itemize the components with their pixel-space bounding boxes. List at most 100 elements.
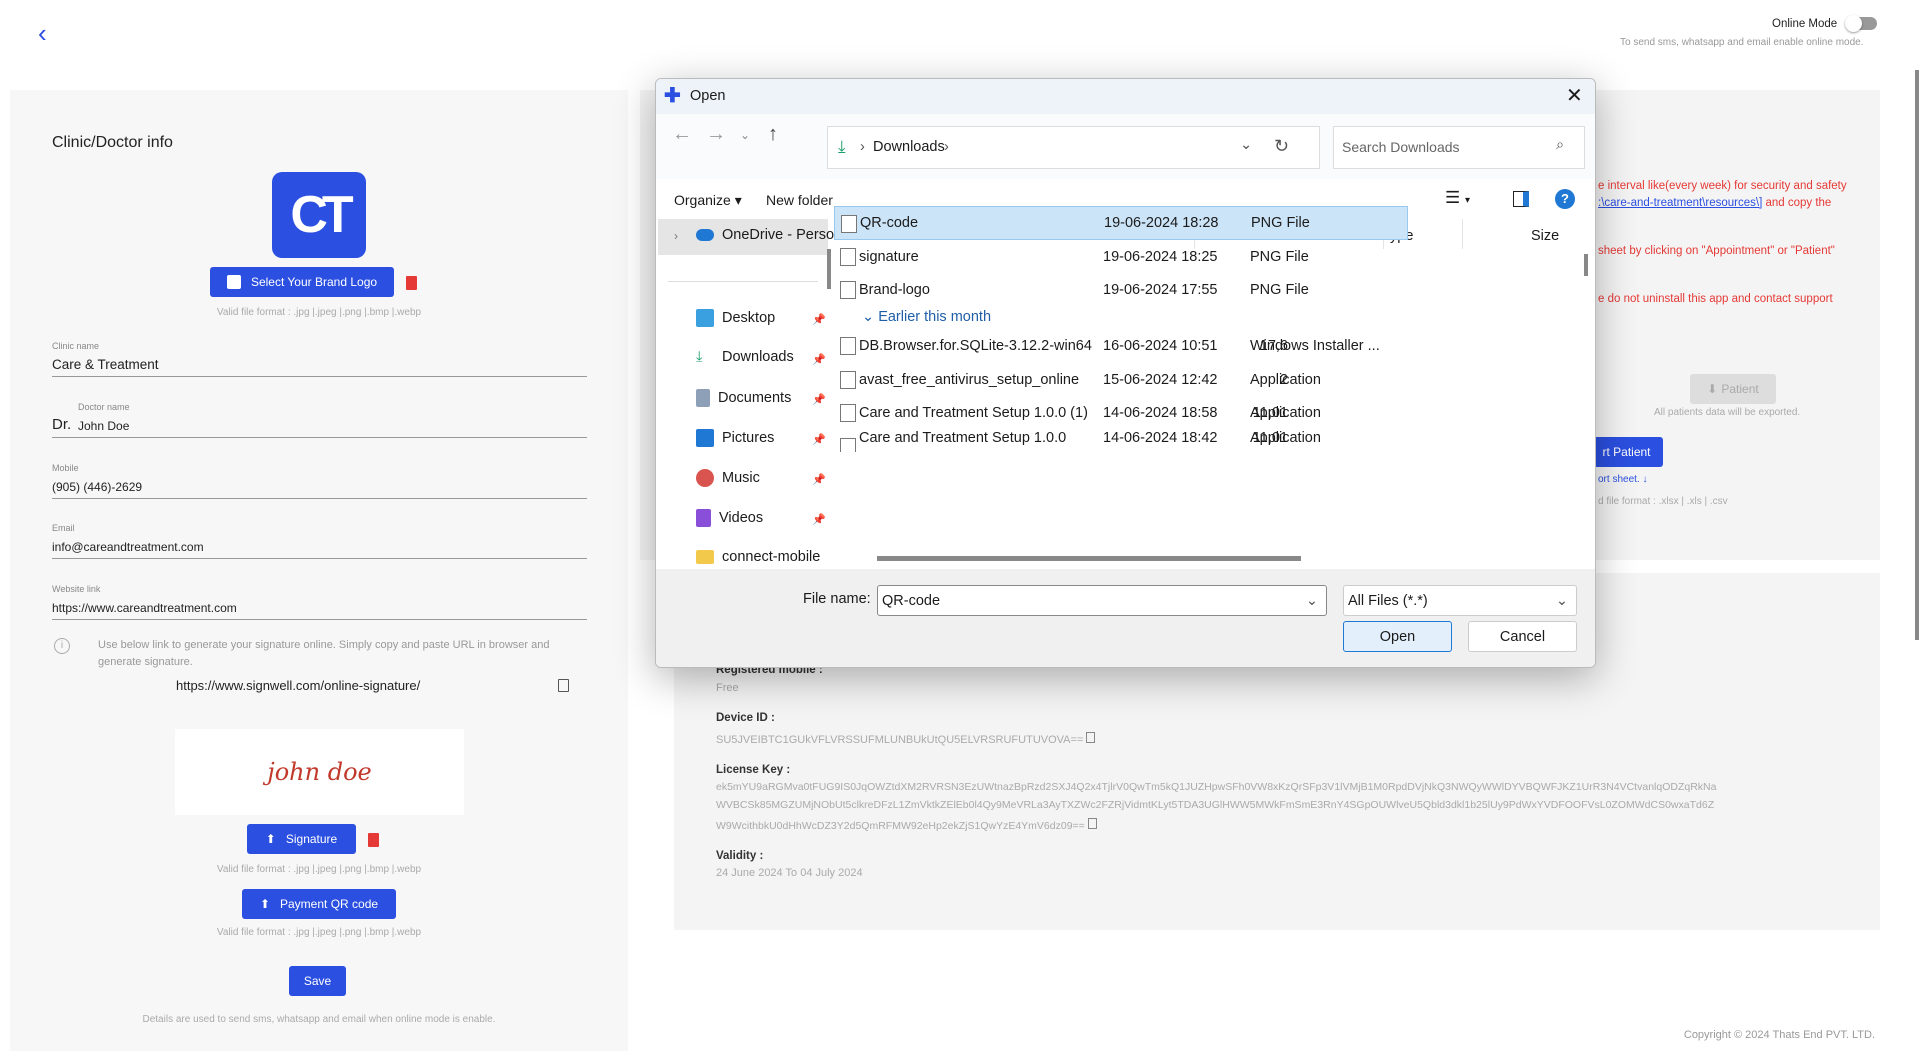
upload-signature-button[interactable]: ⬆ Signature [247,824,356,854]
file-row[interactable]: Brand-logo 19-06-2024 17:55 PNG File [834,273,1408,307]
license-key-line: WVBCSk85MGZUMjNObUt5clkreDFzL1ZmVktkZElE… [716,799,1715,811]
clinic-name-input[interactable]: Care & Treatment [52,357,159,372]
file-icon [840,281,856,299]
nav-item-connect-mobile[interactable]: connect-mobile [696,549,820,565]
download-icon: ⬇ [1707,382,1718,396]
view-options-icon[interactable]: ☰ ▾ [1445,188,1470,208]
recent-dropdown-icon[interactable]: ⌄ [740,128,750,142]
file-icon [840,337,856,355]
cancel-button[interactable]: Cancel [1468,621,1577,652]
file-size: 17,6 [1259,338,1288,354]
document-icon [696,389,710,407]
email-input[interactable]: info@careandtreatment.com [52,540,204,554]
signature-info: Use below link to generate your signatur… [98,639,550,668]
open-button[interactable]: Open [1343,621,1452,652]
payment-qr-label: Payment QR code [280,897,379,911]
folder-icon [696,550,714,564]
file-name-input[interactable]: QR-code ⌄ [877,585,1327,616]
address-bar[interactable]: ⤓ › Downloads › ⌄ ↻ [827,126,1320,169]
file-row[interactable]: signature 19-06-2024 18:25 PNG File [834,240,1408,274]
divider [52,498,587,499]
info-icon: i [54,638,70,654]
file-icon [841,215,857,233]
nav-item-videos[interactable]: Videos [696,509,763,527]
file-row[interactable]: avast_free_antivirus_setup_online 15-06-2… [834,363,1408,397]
file-row[interactable]: Care and Treatment Setup 1.0.0 (1) 14-06-… [834,396,1408,430]
copyright: Copyright © 2024 Thats End PVT. LTD. [1683,1029,1875,1041]
nav-item-music[interactable]: Music [696,469,760,487]
file-type-select[interactable]: All Files (*.*) ⌄ [1343,585,1577,616]
download-icon: ⤓ [838,137,846,156]
forward-icon[interactable]: → [706,123,726,146]
export-hint: All patients data will be exported. [1654,407,1801,418]
nav-item-desktop[interactable]: Desktop [696,309,775,327]
file-size: 2 [1279,372,1288,388]
list-v-scrollbar[interactable] [1584,254,1588,276]
back-button[interactable]: ‹ [38,18,47,49]
list-h-scrollbar[interactable] [877,556,1301,561]
file-row[interactable]: Care and Treatment Setup 1.0.0 14-06-2024… [834,430,1408,452]
pin-icon: 📌 [812,514,826,526]
doctor-prefix: Dr. [52,416,72,433]
nav-scrollbar[interactable] [827,249,831,289]
doctor-name-label: Doctor name [78,402,130,412]
new-folder-button[interactable]: New folder [766,192,833,208]
file-name-label: File name: [803,591,871,607]
upload-payment-qr-button[interactable]: ⬆ Payment QR code [242,889,396,919]
file-type: PNG File [1250,282,1309,298]
doctor-name-input[interactable]: John Doe [78,419,129,433]
file-row[interactable]: QR-code 19-06-2024 18:28 PNG File [834,206,1408,240]
divider [52,558,587,559]
address-dropdown-icon[interactable]: ⌄ [1240,137,1252,153]
search-input[interactable]: Search Downloads ⌕ [1333,126,1585,169]
file-date: 14-06-2024 18:58 [1103,405,1218,421]
file-date: 19-06-2024 18:25 [1103,249,1218,265]
export-patient-button[interactable]: ⬇ Patient [1690,374,1776,404]
import-patient-button[interactable]: rt Patient [1590,437,1663,467]
brand-logo: CT [272,172,366,258]
app-icon: ✚ [664,85,681,107]
resources-path-link[interactable]: :\care-and-treatment\resources\] [1598,197,1762,209]
breadcrumb-downloads[interactable]: Downloads [873,139,945,155]
music-icon [696,469,714,487]
license-key-line: W9WcithbkU0dHhWcDZ3Y2d5QmRFMW92eHp2ekZjS… [716,818,1097,832]
delete-signature-icon[interactable] [368,833,379,847]
file-icon [840,438,856,452]
refresh-icon[interactable]: ↻ [1274,136,1289,157]
organize-button[interactable]: Organize ▾ [674,192,742,209]
help-icon[interactable]: ? [1555,189,1575,209]
file-date: 19-06-2024 18:28 [1104,215,1219,231]
file-name: QR-code [860,215,919,231]
mobile-input[interactable]: (905) (446)-2629 [52,480,142,494]
group-earlier-this-month[interactable]: ⌄ Earlier this month [862,309,991,325]
delete-logo-icon[interactable] [406,276,417,290]
expand-icon[interactable]: › [674,229,678,243]
dialog-title: Open [690,88,726,104]
footer-note: Details are used to send sms, whatsapp a… [142,1014,496,1025]
online-mode-toggle[interactable] [1845,15,1877,32]
qr-format-hint: Valid file format : .jpg |.jpeg |.png |.… [216,927,422,938]
device-id-label: Device ID : [716,712,775,724]
website-input[interactable]: https://www.careandtreatment.com [52,601,237,615]
page-scrollbar[interactable] [1915,70,1919,640]
file-row[interactable]: DB.Browser.for.SQLite-3.12.2-win64 16-06-… [834,329,1408,363]
copy-icon[interactable] [1087,818,1097,829]
nav-item-documents[interactable]: Documents [696,389,791,407]
copy-icon[interactable] [558,679,569,692]
nav-item-downloads[interactable]: ⤓ Downloads [696,349,794,365]
file-type: PNG File [1250,249,1309,265]
copy-icon[interactable] [1086,732,1096,743]
preview-pane-icon[interactable] [1513,191,1529,207]
close-icon[interactable]: ✕ [1566,83,1583,108]
nav-item-pictures[interactable]: Pictures [696,429,774,447]
videos-icon [696,509,711,527]
column-header-size[interactable]: Size [1531,228,1559,244]
file-icon [840,248,856,266]
signature-url[interactable]: https://www.signwell.com/online-signatur… [176,678,420,693]
up-icon[interactable]: ↑ [768,123,778,146]
back-icon[interactable]: ← [672,123,692,146]
import-sheet-link[interactable]: ort sheet. ↓ [1598,474,1647,485]
divider [52,619,587,620]
select-logo-button[interactable]: Select Your Brand Logo [210,267,394,297]
save-button[interactable]: Save [289,966,346,996]
